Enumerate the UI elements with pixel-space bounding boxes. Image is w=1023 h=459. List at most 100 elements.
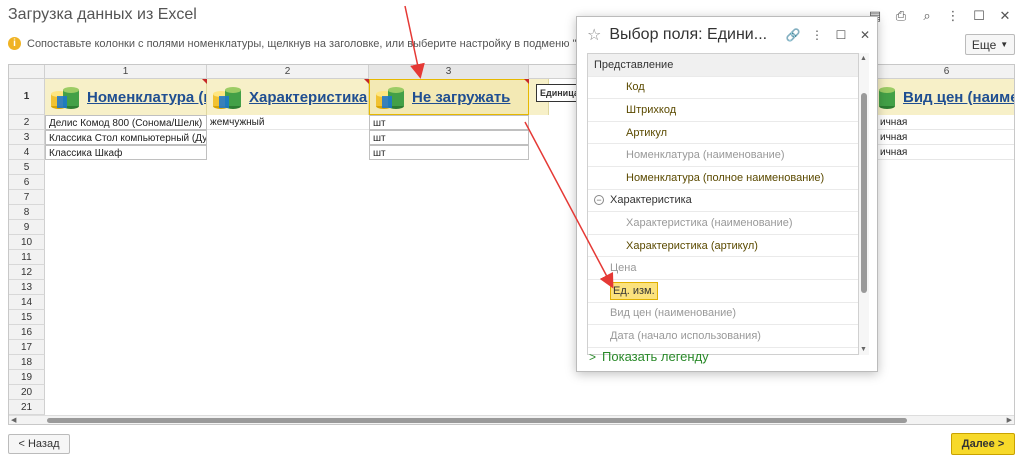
- next-button[interactable]: Далее >: [951, 433, 1015, 455]
- row-number: 2: [9, 115, 45, 130]
- popup-title: Выбор поля: Едини...: [609, 26, 768, 43]
- list-item[interactable]: Номенклатура (полное наименование): [588, 167, 858, 190]
- window-title: Загрузка данных из Excel: [8, 6, 197, 23]
- more-button[interactable]: Еще ▼: [965, 34, 1015, 55]
- list-item[interactable]: Дата (начало использования): [588, 325, 858, 348]
- row-number: 5: [9, 160, 45, 175]
- database-coins-icon: [376, 87, 404, 109]
- field-header-characteristic[interactable]: Характеристика: [207, 79, 369, 115]
- row-number: 13: [9, 280, 45, 295]
- table-cell[interactable]: шт: [369, 115, 529, 130]
- hint-bar: i Сопоставьте колонки с полями номенклат…: [8, 37, 603, 50]
- list-item-label: Номенклатура (наименование): [626, 149, 785, 162]
- table-cell[interactable]: шт: [369, 130, 529, 145]
- popup-header: ☆ Выбор поля: Едини... 🔗 ⋮ ☐ ✕: [577, 17, 877, 53]
- list-item-label: Дата (начало использования): [610, 329, 761, 342]
- list-item-label: Представление: [594, 58, 674, 71]
- list-item-label: Характеристика (наименование): [626, 216, 793, 229]
- scroll-right-icon[interactable]: ▶: [1007, 416, 1012, 424]
- print-icon[interactable]: ⎙: [891, 6, 911, 26]
- scroll-up-icon[interactable]: ▲: [860, 55, 867, 62]
- row-number: 3: [9, 130, 45, 145]
- list-item-label: Номенклатура (полное наименование): [626, 171, 825, 184]
- list-item-label: Артикул: [626, 126, 668, 139]
- row-number: 8: [9, 205, 45, 220]
- list-item-label: Вид цен (наименование): [610, 307, 737, 320]
- field-header-label: Вид цен (наиме: [903, 88, 1015, 106]
- close-icon[interactable]: ✕: [853, 28, 877, 42]
- database-coins-icon: [879, 87, 895, 109]
- field-header-skip[interactable]: Не загружать: [369, 79, 529, 115]
- field-select-popup[interactable]: ☆ Выбор поля: Едини... 🔗 ⋮ ☐ ✕ Представл…: [576, 16, 878, 372]
- row-number: 7: [9, 190, 45, 205]
- list-item[interactable]: Ед. изм.: [588, 280, 858, 303]
- row-number: 4: [9, 145, 45, 160]
- list-item[interactable]: − Характеристика: [588, 190, 858, 213]
- table-cell[interactable]: Классика Стол компьютерный (Дуб): [45, 130, 207, 145]
- field-header-label: Не загружать: [412, 88, 511, 106]
- table-cell[interactable]: жемчужный: [207, 115, 369, 130]
- scrollbar-thumb[interactable]: [47, 418, 907, 423]
- column-tooltip: Единица: [536, 84, 580, 102]
- table-cell[interactable]: шт: [369, 145, 529, 160]
- row-number: 16: [9, 325, 45, 340]
- table-cell[interactable]: Классика Шкаф: [45, 145, 207, 160]
- row-number: 15: [9, 310, 45, 325]
- column-number: 2: [207, 65, 369, 79]
- list-item-label: Штрихкод: [626, 103, 677, 116]
- vertical-scrollbar[interactable]: ▲ ▼: [859, 53, 869, 355]
- list-item[interactable]: Вид цен (наименование): [588, 303, 858, 326]
- database-coins-icon: [51, 87, 79, 109]
- field-header-nomenclature[interactable]: Номенклатура (на: [45, 79, 207, 115]
- link-icon[interactable]: 🔗: [781, 28, 805, 42]
- list-item[interactable]: Номенклатура (наименование): [588, 144, 858, 167]
- star-icon[interactable]: ☆: [587, 25, 601, 45]
- chevron-down-icon: ▼: [1000, 40, 1009, 49]
- row-number: 1: [9, 79, 45, 115]
- field-list[interactable]: Представление Код Штрихкод Артикул Номенклат…: [587, 53, 859, 355]
- back-button[interactable]: < Назад: [8, 434, 70, 454]
- table-cell[interactable]: ичная: [877, 130, 1014, 145]
- row-number: 9: [9, 220, 45, 235]
- window-controls: ▤ ⎙ ⌕ ⋮ ☐ ✕: [865, 6, 1015, 26]
- row-number: 17: [9, 340, 45, 355]
- scrollbar-thumb[interactable]: [861, 93, 867, 293]
- field-header-price-type[interactable]: Вид цен (наиме: [877, 79, 1015, 115]
- collapse-icon[interactable]: −: [594, 195, 604, 206]
- table-cell[interactable]: Делис Комод 800 (Сонома/Шелк): [45, 115, 207, 130]
- table-cell[interactable]: ичная: [877, 145, 1014, 160]
- row-number: 14: [9, 295, 45, 310]
- row-number: 18: [9, 355, 45, 370]
- scroll-down-icon[interactable]: ▼: [860, 346, 867, 353]
- list-item[interactable]: Штрихкод: [588, 99, 858, 122]
- list-item-label: Код: [626, 81, 645, 94]
- list-item-label: Характеристика (артикул): [626, 239, 758, 252]
- list-item[interactable]: Артикул: [588, 122, 858, 145]
- row-number: 20: [9, 385, 45, 400]
- column-number: 3: [369, 65, 529, 79]
- maximize-icon[interactable]: ☐: [969, 6, 989, 26]
- list-group-header[interactable]: Представление: [588, 54, 858, 77]
- list-item-label: Характеристика: [610, 194, 692, 207]
- more-vertical-icon[interactable]: ⋮: [943, 6, 963, 26]
- maximize-icon[interactable]: ☐: [829, 28, 853, 42]
- table-cell[interactable]: ичная: [877, 115, 1014, 130]
- show-legend-link[interactable]: > Показать легенду: [589, 349, 709, 364]
- list-item-label: Ед. изм.: [610, 281, 658, 300]
- chevron-right-icon: >: [589, 349, 597, 364]
- more-vertical-icon[interactable]: ⋮: [805, 28, 829, 42]
- search-doc-icon[interactable]: ⌕: [917, 6, 937, 26]
- column-number: 1: [45, 65, 207, 79]
- row-number: 10: [9, 235, 45, 250]
- close-icon[interactable]: ✕: [995, 6, 1015, 26]
- horizontal-scrollbar[interactable]: ◀ ▶: [9, 415, 1014, 424]
- row-number: 21: [9, 400, 45, 415]
- list-item[interactable]: Цена: [588, 257, 858, 280]
- list-item[interactable]: Код: [588, 77, 858, 100]
- scroll-left-icon[interactable]: ◀: [11, 416, 16, 424]
- row-number: 12: [9, 265, 45, 280]
- list-item[interactable]: Характеристика (артикул): [588, 235, 858, 258]
- row-number: 19: [9, 370, 45, 385]
- database-coins-icon: [213, 87, 241, 109]
- list-item[interactable]: Характеристика (наименование): [588, 212, 858, 235]
